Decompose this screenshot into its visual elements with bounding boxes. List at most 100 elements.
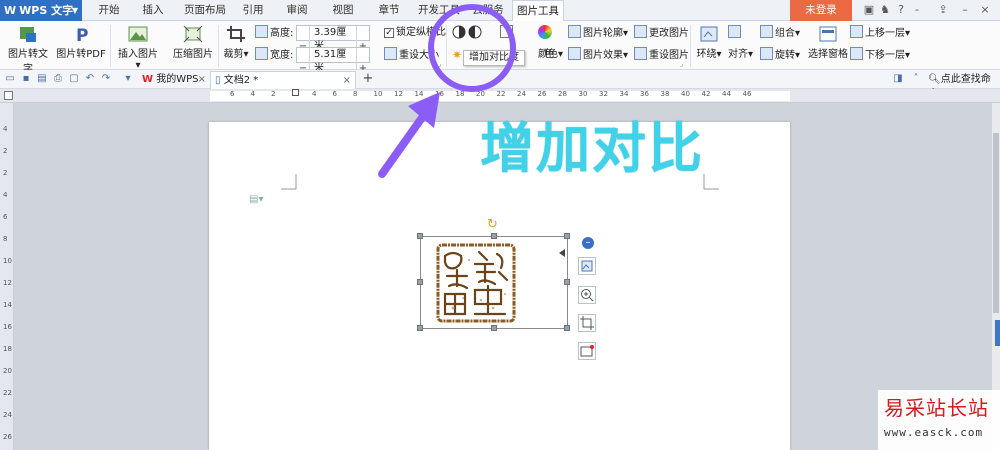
compress-picture-button[interactable]: 压缩图片 xyxy=(172,23,214,60)
selection-pane-button[interactable]: 选择窗格 xyxy=(806,23,850,60)
crop-icon xyxy=(580,316,594,330)
tab-review[interactable]: 审阅 xyxy=(280,0,314,21)
horizontal-ruler[interactable]: 6422468101214161820222426283032343638404… xyxy=(0,89,1000,103)
chevron-down-icon: ▼ xyxy=(71,6,78,15)
collapse-ribbon-icon[interactable]: ˄ xyxy=(910,73,922,85)
tab-home[interactable]: 开始 xyxy=(92,0,126,21)
ruler-tick-label: 20 xyxy=(3,367,12,375)
crop-icon xyxy=(227,26,245,42)
chevron-down-icon: ▾ xyxy=(716,49,722,60)
collapse-float-icon[interactable]: – xyxy=(582,237,594,249)
print-preview-icon[interactable]: ▢ xyxy=(68,73,80,85)
annotation-arrow xyxy=(378,92,440,178)
color-dropdown[interactable]: 颜色▾ xyxy=(538,47,563,63)
color-button[interactable] xyxy=(538,25,552,41)
resize-handle-e[interactable] xyxy=(564,279,570,285)
tab-chapter[interactable]: 章节 xyxy=(372,0,406,21)
group-icon xyxy=(760,25,773,38)
tab-page-layout[interactable]: 页面布局 xyxy=(180,0,230,21)
panel-icon[interactable]: ◨ xyxy=(892,73,904,85)
resize-handle-nw[interactable] xyxy=(417,233,423,239)
chevron-down-icon: ▾ xyxy=(795,50,801,61)
ruler-tick-label: 24 xyxy=(3,411,12,419)
bring-forward-button[interactable]: 上移一层▾ xyxy=(850,25,910,41)
width-icon xyxy=(255,47,268,60)
pic-to-text-button[interactable]: 图片转文字 xyxy=(4,23,52,75)
side-panel-tab[interactable] xyxy=(995,320,1000,346)
watermark-url: www.easck.com xyxy=(884,426,984,439)
group-label: 组合 xyxy=(775,28,795,39)
rotate-handle-icon[interactable]: ↻ xyxy=(487,217,498,232)
change-picture-button[interactable]: 更改图片 xyxy=(634,25,689,41)
close-icon[interactable]: × xyxy=(978,3,992,17)
color-wheel-icon xyxy=(538,25,552,39)
print-icon[interactable]: ⎙ xyxy=(52,73,64,85)
chevron-down-icon[interactable]: ▾ xyxy=(122,73,134,85)
zoom-picture-button[interactable] xyxy=(578,286,596,304)
landscape-picture-icon xyxy=(128,26,148,42)
tab-picture-tools[interactable]: 图片工具 xyxy=(512,0,564,22)
tab-insert[interactable]: 插入 xyxy=(136,0,170,21)
rotate-button[interactable]: 旋转▾ xyxy=(760,47,800,63)
crop-float-button[interactable] xyxy=(578,314,596,332)
paragraph-options-icon[interactable]: ▤▾ xyxy=(249,194,263,205)
login-button[interactable]: 未登录 xyxy=(790,0,852,21)
picture-frame-button[interactable] xyxy=(578,342,596,360)
dash-icon[interactable]: - xyxy=(910,3,924,17)
tab-references[interactable]: 引用 xyxy=(236,0,270,21)
ruler-tick-label: 4 xyxy=(3,191,8,199)
skin-icon[interactable]: ▣ xyxy=(862,3,876,17)
pic-to-pdf-button[interactable]: P 图片转PDF xyxy=(56,23,106,60)
ruler-tick-label: 4 xyxy=(3,125,8,133)
ruler-tick-label: 38 xyxy=(660,90,670,98)
open-folder-icon[interactable]: ▭ xyxy=(4,73,16,85)
search-icon: 🔍︎ xyxy=(928,74,941,85)
selected-picture[interactable]: ↻ xyxy=(417,217,570,331)
doc-tab-document2[interactable]: ▯ 文档2 * × xyxy=(210,71,356,89)
crop-button[interactable]: 裁剪▾ xyxy=(222,23,250,60)
width-stepper[interactable]: −5.31厘米 + xyxy=(296,47,370,76)
indent-marker[interactable] xyxy=(292,89,299,96)
app-name: WPS 文字 xyxy=(19,4,74,17)
ruler-tick-label: 44 xyxy=(722,90,731,98)
ruler-tick-label: 6 xyxy=(230,90,235,98)
resize-handle-w[interactable] xyxy=(417,279,423,285)
picture-outline-button[interactable]: 图片轮廓▾ xyxy=(568,25,628,41)
tab-view[interactable]: 视图 xyxy=(326,0,360,21)
close-tab-icon[interactable]: × xyxy=(343,72,351,89)
dialog-launcher-icon[interactable]: ⌟ xyxy=(680,60,683,68)
resize-handle-sw[interactable] xyxy=(417,325,423,331)
height-stepper[interactable]: −3.39厘米+ xyxy=(296,25,370,54)
scrollbar-thumb[interactable] xyxy=(993,133,999,313)
export-pdf-icon[interactable]: ▤ xyxy=(36,73,48,85)
layout-options-button[interactable] xyxy=(578,257,596,275)
help-icon[interactable]: ? xyxy=(894,3,908,17)
minimize-icon[interactable]: – xyxy=(958,3,972,17)
app-menu-button[interactable]: W WPS 文字 ▼ xyxy=(0,0,82,21)
doc-tab-my-wps[interactable]: W 我的WPS × xyxy=(138,71,208,89)
save-icon[interactable]: ▪ xyxy=(20,73,32,85)
ruler-tick-label: 6 xyxy=(3,213,8,221)
resize-handle-n[interactable] xyxy=(491,233,497,239)
redo-icon[interactable]: ↷ xyxy=(100,73,112,85)
frame-icon xyxy=(580,345,594,357)
resize-handle-ne[interactable] xyxy=(564,233,570,239)
close-tab-icon[interactable]: × xyxy=(198,71,206,88)
resize-handle-se[interactable] xyxy=(564,325,570,331)
new-tab-plus-icon[interactable]: + xyxy=(362,72,374,85)
vertical-ruler[interactable]: 4 2 2 4 6 8 10 12 14 16 18 20 22 24 26 xyxy=(0,103,14,450)
insert-picture-button[interactable]: 插入图片 ▾ xyxy=(114,23,162,71)
send-backward-button[interactable]: 下移一层▾ xyxy=(850,47,910,63)
group-button[interactable]: 组合▾ xyxy=(760,25,800,41)
align-button[interactable]: 对齐▾ xyxy=(728,47,753,63)
shirt-icon[interactable]: ♞ xyxy=(878,3,892,17)
wrap-button[interactable]: 环绕▾ xyxy=(694,23,724,60)
tab-stop-selector[interactable] xyxy=(4,91,13,100)
bring-forward-label: 上移一层 xyxy=(865,28,905,39)
picture-effect-button[interactable]: 图片效果▾ xyxy=(568,47,628,63)
resize-handle-s[interactable] xyxy=(491,325,497,331)
restore-icon[interactable]: ⇪ xyxy=(936,3,950,17)
undo-icon[interactable]: ↶ xyxy=(84,73,96,85)
effect-icon xyxy=(568,47,581,60)
align-icon-button[interactable] xyxy=(728,25,743,41)
